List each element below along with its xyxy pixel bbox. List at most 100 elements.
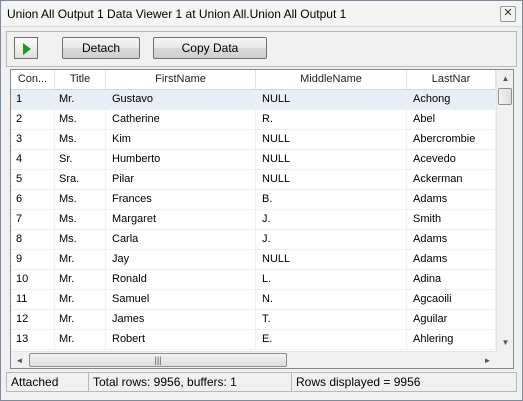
cell-firstname[interactable]: Jay	[106, 250, 256, 270]
cell-firstname[interactable]: Gustavo	[106, 90, 256, 110]
cell-title[interactable]: Ms.	[55, 130, 106, 150]
table-row[interactable]: 3 Ms. Kim NULL Abercrombie	[11, 130, 496, 150]
column-header-title[interactable]: Title	[55, 70, 106, 90]
cell-lastname[interactable]: Smith	[407, 210, 496, 230]
detach-button[interactable]: Detach	[62, 37, 140, 59]
column-header-firstname[interactable]: FirstName	[106, 70, 256, 90]
cell-con[interactable]: 9	[11, 250, 55, 270]
cell-title[interactable]: Mr.	[55, 290, 106, 310]
column-header-lastname[interactable]: LastNar	[407, 70, 496, 90]
cell-title[interactable]: Sra.	[55, 170, 106, 190]
cell-firstname[interactable]: Ronald	[106, 270, 256, 290]
cell-firstname[interactable]: Catherine	[106, 110, 256, 130]
status-rows-displayed: Rows displayed = 9956	[296, 375, 421, 389]
cell-firstname[interactable]: Margaret	[106, 210, 256, 230]
cell-middlename[interactable]: NULL	[256, 90, 407, 110]
cell-con[interactable]: 1	[11, 90, 55, 110]
table-row[interactable]: 7 Ms. Margaret J. Smith	[11, 210, 496, 230]
cell-firstname[interactable]: Samuel	[106, 290, 256, 310]
table-row[interactable]: 13 Mr. Robert E. Ahlering	[11, 330, 496, 350]
table-row[interactable]: 11 Mr. Samuel N. Agcaoili	[11, 290, 496, 310]
cell-middlename[interactable]: T.	[256, 310, 407, 330]
table-row[interactable]: 8 Ms. Carla J. Adams	[11, 230, 496, 250]
cell-middlename[interactable]: L.	[256, 270, 407, 290]
cell-con[interactable]: 13	[11, 330, 55, 350]
cell-title[interactable]: Ms.	[55, 190, 106, 210]
cell-title[interactable]: Mr.	[55, 90, 106, 110]
cell-lastname[interactable]: Ackerman	[407, 170, 496, 190]
cell-lastname[interactable]: Adina	[407, 270, 496, 290]
cell-lastname[interactable]: Abercrombie	[407, 130, 496, 150]
cell-con[interactable]: 10	[11, 270, 55, 290]
cell-con[interactable]: 11	[11, 290, 55, 310]
cell-lastname[interactable]: Acevedo	[407, 150, 496, 170]
cell-middlename[interactable]: E.	[256, 330, 407, 350]
cell-title[interactable]: Ms.	[55, 210, 106, 230]
table-row[interactable]: 10 Mr. Ronald L. Adina	[11, 270, 496, 290]
cell-firstname[interactable]: Kim	[106, 130, 256, 150]
cell-firstname[interactable]: Frances	[106, 190, 256, 210]
data-grid[interactable]: Con... Title FirstName MiddleName LastNa…	[10, 69, 514, 369]
cell-middlename[interactable]: R.	[256, 110, 407, 130]
vertical-scroll-thumb[interactable]	[498, 88, 512, 105]
cell-title[interactable]: Sr.	[55, 150, 106, 170]
cell-lastname[interactable]: Achong	[407, 90, 496, 110]
vertical-scrollbar[interactable]: ▲ ▼	[496, 70, 513, 351]
play-button[interactable]	[14, 37, 38, 59]
table-row[interactable]: 4 Sr. Humberto NULL Acevedo	[11, 150, 496, 170]
cell-con[interactable]: 12	[11, 310, 55, 330]
column-header-con[interactable]: Con...	[11, 70, 55, 90]
column-header-middlename[interactable]: MiddleName	[256, 70, 407, 90]
cell-middlename[interactable]: J.	[256, 230, 407, 250]
horizontal-scroll-thumb[interactable]: |||	[29, 353, 287, 367]
scroll-left-icon[interactable]: ◄	[11, 352, 28, 368]
cell-lastname[interactable]: Adams	[407, 230, 496, 250]
cell-title[interactable]: Ms.	[55, 230, 106, 250]
table-row[interactable]: 9 Mr. Jay NULL Adams	[11, 250, 496, 270]
cell-con[interactable]: 2	[11, 110, 55, 130]
cell-con[interactable]: 8	[11, 230, 55, 250]
cell-lastname[interactable]: Agcaoili	[407, 290, 496, 310]
cell-lastname[interactable]: Adams	[407, 190, 496, 210]
cell-firstname[interactable]: Carla	[106, 230, 256, 250]
table-row[interactable]: 6 Ms. Frances B. Adams	[11, 190, 496, 210]
table-row[interactable]: 2 Ms. Catherine R. Abel	[11, 110, 496, 130]
cell-con[interactable]: 3	[11, 130, 55, 150]
cell-title[interactable]: Mr.	[55, 310, 106, 330]
cell-con[interactable]: 4	[11, 150, 55, 170]
cell-lastname[interactable]: Abel	[407, 110, 496, 130]
scroll-down-icon[interactable]: ▼	[497, 334, 513, 351]
cell-middlename[interactable]: B.	[256, 190, 407, 210]
table-row[interactable]: 5 Sra. Pilar NULL Ackerman	[11, 170, 496, 190]
cell-middlename[interactable]: NULL	[256, 130, 407, 150]
scroll-right-icon[interactable]: ►	[479, 352, 496, 368]
cell-lastname[interactable]: Ahlering	[407, 330, 496, 350]
copy-data-button[interactable]: Copy Data	[153, 37, 267, 59]
cell-lastname[interactable]: Adams	[407, 250, 496, 270]
cell-middlename[interactable]: NULL	[256, 170, 407, 190]
cell-con[interactable]: 5	[11, 170, 55, 190]
close-button[interactable]: ✕	[500, 6, 516, 22]
cell-firstname[interactable]: Pilar	[106, 170, 256, 190]
cell-lastname[interactable]: Aguilar	[407, 310, 496, 330]
cell-middlename[interactable]: N.	[256, 290, 407, 310]
cell-firstname[interactable]: James	[106, 310, 256, 330]
cell-firstname[interactable]: Robert	[106, 330, 256, 350]
table-row[interactable]: 1 Mr. Gustavo NULL Achong	[11, 90, 496, 110]
grid-header: Con... Title FirstName MiddleName LastNa…	[11, 70, 496, 90]
cell-title[interactable]: Mr.	[55, 270, 106, 290]
title-bar[interactable]: Union All Output 1 Data Viewer 1 at Unio…	[1, 1, 522, 27]
cell-firstname[interactable]: Humberto	[106, 150, 256, 170]
horizontal-scrollbar[interactable]: ◄ ||| ►	[11, 351, 496, 368]
cell-title[interactable]: Mr.	[55, 250, 106, 270]
cell-title[interactable]: Ms.	[55, 110, 106, 130]
cell-middlename[interactable]: J.	[256, 210, 407, 230]
play-icon	[23, 43, 31, 55]
cell-title[interactable]: Mr.	[55, 330, 106, 350]
cell-con[interactable]: 6	[11, 190, 55, 210]
cell-con[interactable]: 7	[11, 210, 55, 230]
table-row[interactable]: 12 Mr. James T. Aguilar	[11, 310, 496, 330]
cell-middlename[interactable]: NULL	[256, 250, 407, 270]
scroll-up-icon[interactable]: ▲	[497, 70, 513, 87]
cell-middlename[interactable]: NULL	[256, 150, 407, 170]
